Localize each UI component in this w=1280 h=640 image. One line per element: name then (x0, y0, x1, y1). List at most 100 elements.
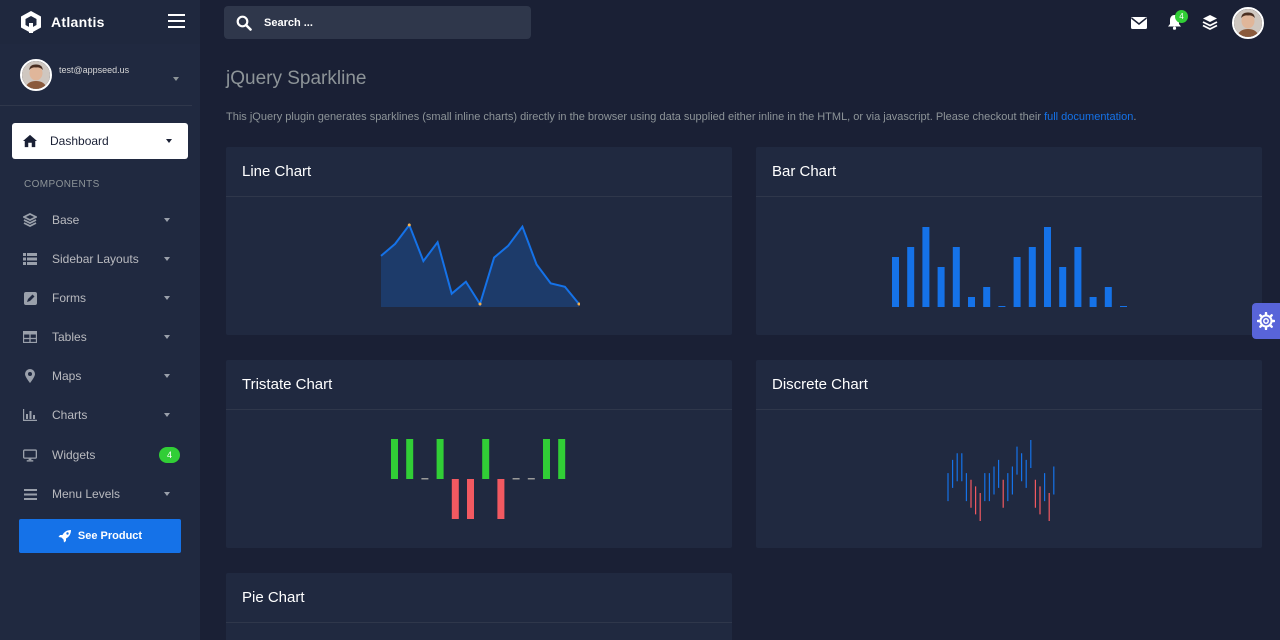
pie-chart-card: Pie Chart (226, 573, 732, 640)
sidebar-item-label: Forms (52, 291, 86, 305)
envelope-icon[interactable] (1131, 16, 1149, 32)
sidebar-item-forms[interactable]: Forms (0, 283, 200, 313)
tristate-bar-zero (512, 478, 520, 480)
discrete-chart-card: Discrete Chart (756, 360, 1262, 548)
bar (952, 247, 960, 307)
th-list-icon (23, 252, 37, 266)
line-chart-card: Line Chart (226, 147, 732, 335)
sidebar-item-label: Sidebar Layouts (52, 252, 139, 266)
bars-icon (23, 487, 37, 501)
sidebar-item-label: Maps (52, 369, 82, 383)
atlantis-logo-icon[interactable] (20, 10, 42, 34)
bar (1044, 227, 1051, 307)
tristate-bar-positive (482, 439, 490, 479)
discrete-sparkline (947, 440, 1055, 521)
sidebar-item-dashboard[interactable]: Dashboard (12, 123, 188, 159)
bar (1089, 297, 1097, 307)
card-header: Line Chart (226, 147, 732, 197)
tristate-bar-negative (467, 479, 474, 519)
card-header: Tristate Chart (226, 360, 732, 410)
page-description-end: . (1133, 111, 1137, 123)
card-title: Line Chart (242, 163, 312, 180)
bar (968, 297, 975, 307)
bar (983, 287, 991, 307)
line-area (381, 225, 579, 307)
sidebar-item-tables[interactable]: Tables (0, 322, 200, 352)
sidebar-item-sidebar-layouts[interactable]: Sidebar Layouts (0, 244, 200, 274)
sidebar-item-base[interactable]: Base (0, 205, 200, 235)
bar (1104, 287, 1112, 307)
card-header: Pie Chart (226, 573, 732, 623)
chevron-down-icon[interactable] (173, 77, 179, 81)
line-sparkline (380, 222, 580, 307)
sidebar-item-menu-levels[interactable]: Menu Levels (0, 479, 200, 509)
page-description: This jQuery plugin generates sparklines … (226, 111, 1136, 123)
user-avatar[interactable] (1232, 7, 1264, 39)
tristate-chart-card: Tristate Chart (226, 360, 732, 548)
layers-icon[interactable] (1202, 14, 1220, 31)
tristate-bar-positive (558, 439, 566, 479)
bar-sparkline (892, 227, 1127, 307)
bar (907, 247, 915, 307)
settings-button[interactable] (1252, 303, 1280, 339)
topbar (200, 0, 1280, 44)
chevron-down-icon (164, 218, 170, 222)
home-icon (23, 134, 37, 148)
search-icon[interactable] (236, 15, 252, 31)
map-marker-icon (23, 369, 37, 383)
section-title: COMPONENTS (24, 179, 100, 190)
tristate-sparkline (391, 439, 566, 519)
page-title: jQuery Sparkline (226, 68, 367, 89)
tristate-bar-positive (543, 439, 550, 479)
see-product-button[interactable]: See Product (19, 519, 181, 553)
bar (1013, 257, 1021, 307)
desktop-icon (23, 448, 37, 462)
bar (922, 227, 930, 307)
chevron-down-icon (164, 257, 170, 261)
tristate-bar-zero (421, 478, 429, 480)
chevron-down-icon (164, 413, 170, 417)
bar (1059, 267, 1067, 307)
bar (892, 257, 899, 307)
sidebar-item-label: Widgets (52, 448, 96, 462)
tristate-bar-positive (406, 439, 414, 479)
card-title: Bar Chart (772, 163, 837, 180)
card-title: Discrete Chart (772, 376, 868, 393)
tristate-bar-negative (451, 479, 459, 519)
sidebar-item-label: Charts (52, 408, 88, 422)
search-bar (224, 6, 531, 39)
gear-icon (1257, 312, 1275, 330)
line-point-min (478, 302, 482, 306)
notification-count-badge: 4 (1175, 10, 1188, 23)
tristate-bar-positive (436, 439, 444, 479)
see-product-label: See Product (77, 530, 143, 542)
brand-name[interactable]: Atlantis (51, 14, 105, 30)
chevron-down-icon (164, 492, 170, 496)
chevron-down-icon (164, 374, 170, 378)
table-icon (23, 330, 37, 344)
sidebar-item-charts[interactable]: Charts (0, 400, 200, 430)
avatar (20, 58, 52, 91)
documentation-link[interactable]: full documentation (1044, 111, 1133, 123)
sidebar-item-maps[interactable]: Maps (0, 361, 200, 391)
bar (937, 267, 945, 307)
line-point-max (407, 223, 411, 227)
bar-chart-card: Bar Chart (756, 147, 1262, 335)
bar-chart-icon (23, 408, 37, 422)
bar (998, 306, 1006, 307)
user-email: test@appseed.us (59, 64, 130, 75)
sidebar-item-label: Tables (52, 330, 87, 344)
sidebar-item-label: Dashboard (50, 134, 109, 148)
pen-square-icon (23, 291, 37, 305)
sidebar-toggle-icon[interactable] (168, 14, 185, 28)
card-header: Discrete Chart (756, 360, 1262, 410)
page-description-text: This jQuery plugin generates sparklines … (226, 111, 1045, 123)
sidebar-item-label: Base (52, 213, 80, 227)
user-panel[interactable]: test@appseed.us (0, 44, 192, 106)
widgets-count-badge: 4 (159, 447, 180, 463)
card-title: Pie Chart (242, 589, 305, 606)
sidebar-item-widgets[interactable]: Widgets 4 (0, 440, 200, 470)
layers-icon (23, 213, 37, 227)
sidebar-item-label: Menu Levels (52, 487, 121, 501)
search-input[interactable] (264, 16, 504, 29)
